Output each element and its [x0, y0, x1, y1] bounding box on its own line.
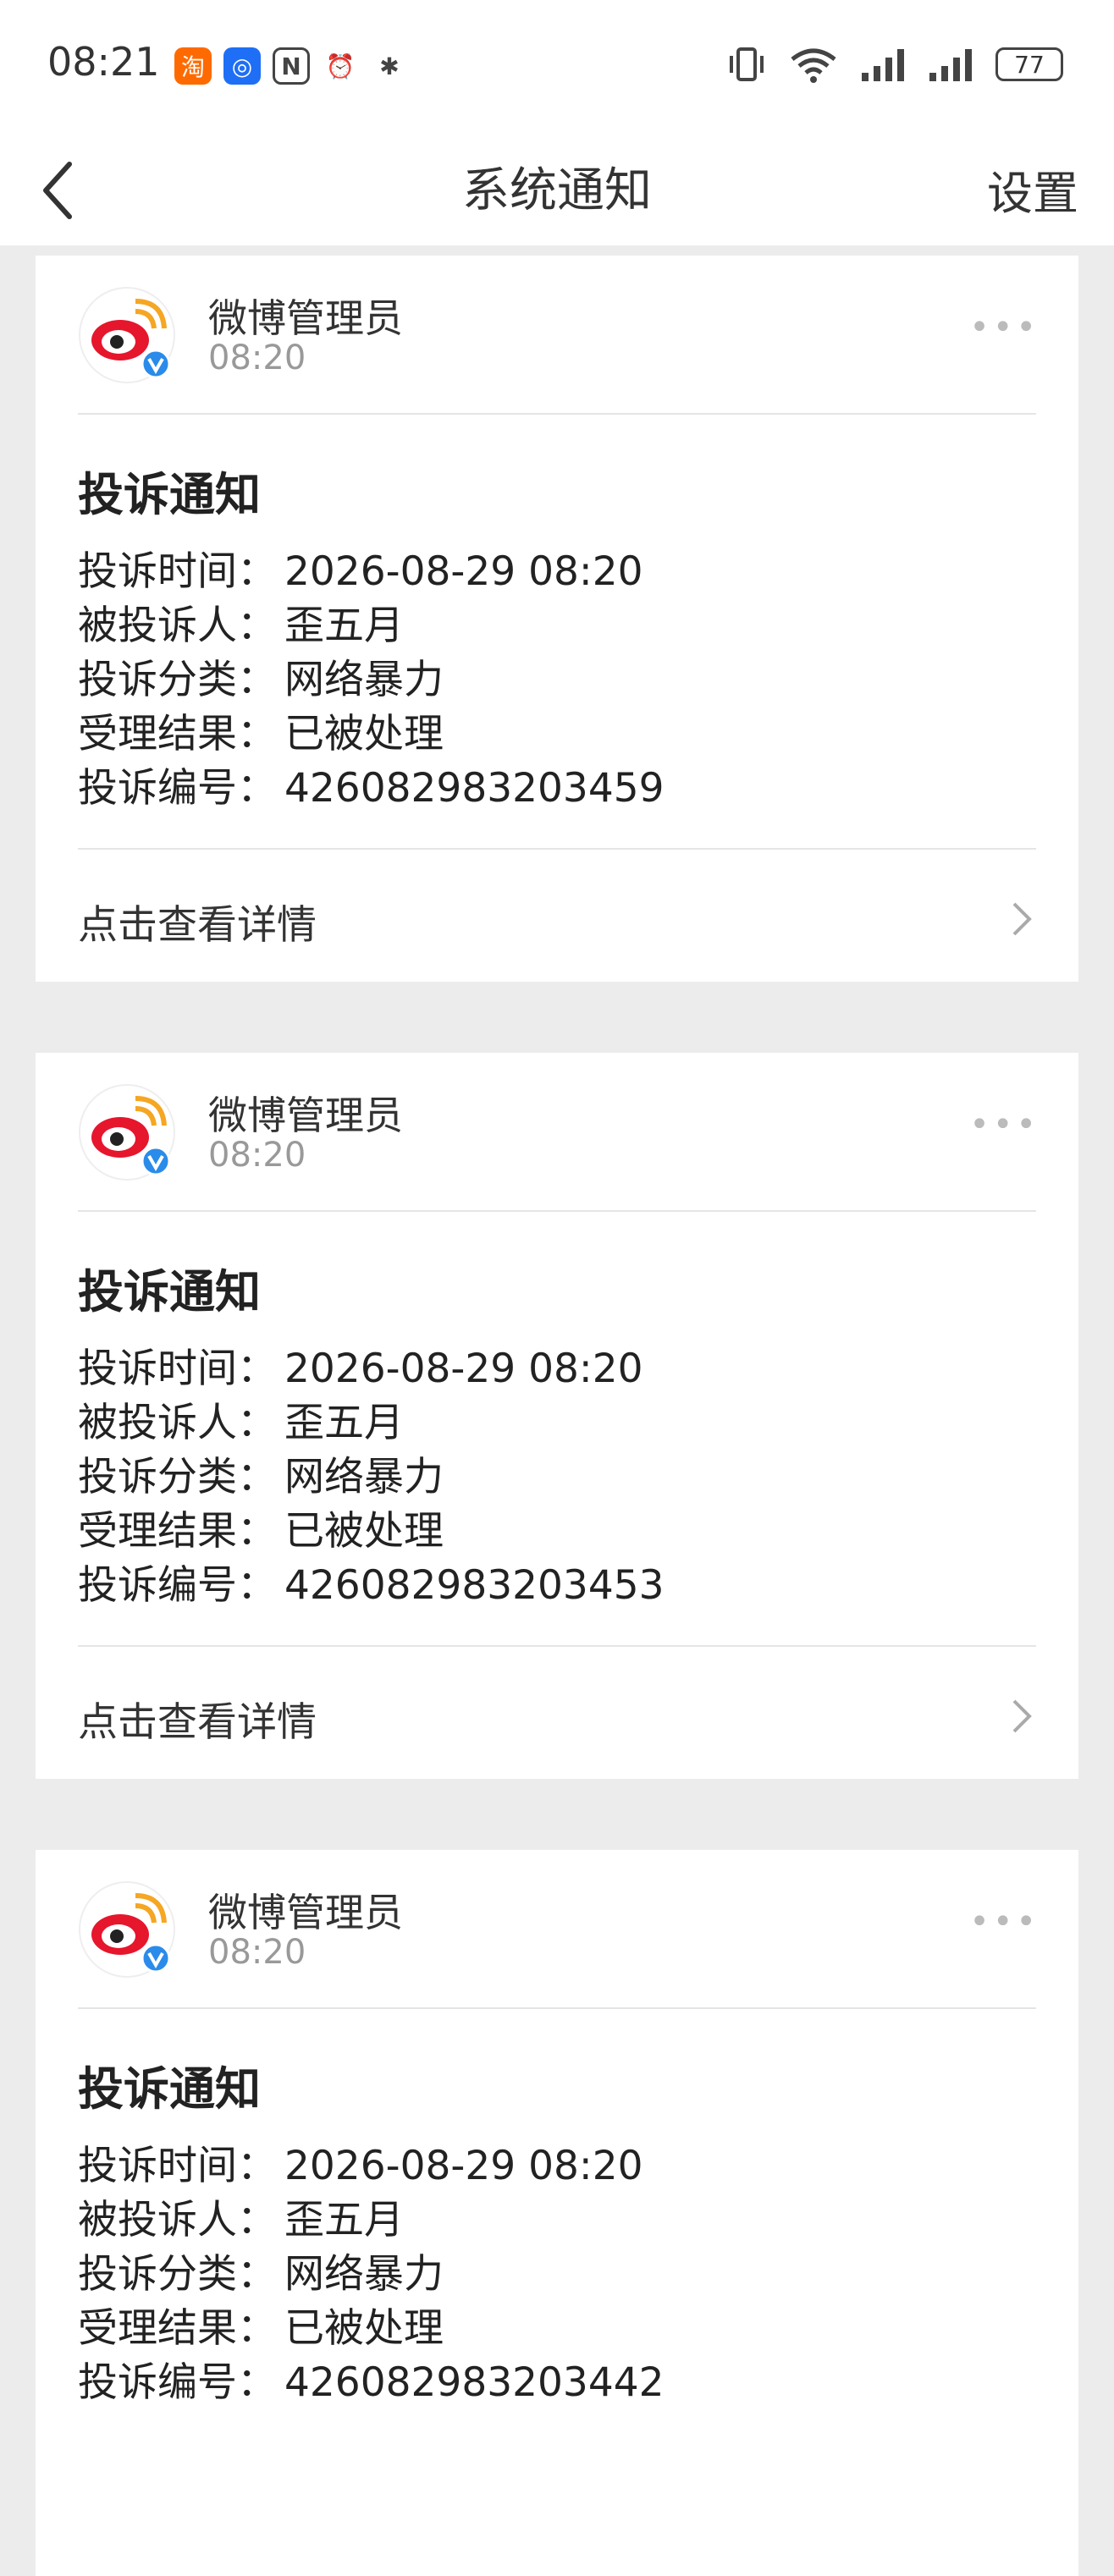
complaint-time-row: 投诉时间： 2026-08-29 08:20 [78, 1346, 643, 1392]
sender-name: 微博管理员 [208, 1890, 403, 1935]
view-details-link[interactable]: 点击查看详情 [78, 892, 317, 950]
notification-time: 08:20 [208, 339, 306, 377]
category-row: 投诉分类： 网络暴力 [78, 1454, 444, 1500]
signal-icon [862, 49, 904, 81]
divider [78, 1645, 1036, 1647]
taobao-icon: 淘 [174, 47, 212, 85]
weibo-avatar-icon[interactable] [78, 286, 176, 384]
battery-indicator: 77 [995, 47, 1063, 81]
lightbulb-icon: ◎ [223, 47, 261, 85]
complaint-id-row: 投诉编号： 426082983203453 [78, 1562, 665, 1609]
complaint-time-row: 投诉时间： 2026-08-29 08:20 [78, 2143, 643, 2189]
view-details-link[interactable]: 点击查看详情 [78, 1689, 317, 1748]
notification-card: 微博管理员 08:20 ••• 投诉通知 投诉时间： 2026-08-29 08:… [36, 1053, 1078, 1779]
divider [78, 848, 1036, 850]
respondent-row: 被投诉人： 歪五月 [78, 2197, 404, 2243]
result-row: 受理结果： 已被处理 [78, 711, 444, 757]
notification-title: 投诉通知 [78, 468, 261, 521]
divider [78, 1210, 1036, 1212]
result-row: 受理结果： 已被处理 [78, 2305, 444, 2352]
signal-icon [929, 49, 972, 81]
vibrate-icon [730, 47, 764, 81]
notification-title: 投诉通知 [78, 1265, 261, 1318]
page-title: 系统通知 [462, 163, 652, 218]
nfc-icon: N [273, 47, 310, 85]
status-app-icons: 淘 ◎ N ⏰ ✱ [174, 47, 408, 85]
weibo-avatar-icon[interactable] [78, 1083, 176, 1181]
sender-name: 微博管理员 [208, 1093, 403, 1138]
alarm-icon: ⏰ [322, 47, 359, 85]
divider [78, 413, 1036, 415]
chevron-right-icon[interactable] [1009, 1691, 1034, 1742]
category-row: 投诉分类： 网络暴力 [78, 2251, 444, 2298]
notification-card: 微博管理员 08:20 ••• 投诉通知 投诉时间： 2026-08-29 08:… [36, 1850, 1078, 2576]
respondent-row: 被投诉人： 歪五月 [78, 1400, 404, 1446]
status-bar: 08:21 淘 ◎ N ⏰ ✱ 77 [0, 0, 1114, 135]
complaint-id-row: 投诉编号： 426082983203442 [78, 2359, 665, 2406]
result-row: 受理结果： 已被处理 [78, 1508, 444, 1555]
notification-time: 08:20 [208, 1933, 306, 1972]
status-time: 08:21 [47, 39, 160, 85]
wifi-icon [791, 48, 836, 83]
complaint-time-row: 投诉时间： 2026-08-29 08:20 [78, 548, 643, 595]
notification-time: 08:20 [208, 1136, 306, 1175]
notification-card: 微博管理员 08:20 ••• 投诉通知 投诉时间： 2026-08-29 08:… [36, 256, 1078, 982]
nav-bar: 系统通知 设置 [0, 135, 1114, 245]
settings-button[interactable]: 设置 [987, 156, 1078, 223]
divider [78, 2007, 1036, 2009]
chevron-right-icon[interactable] [1009, 894, 1034, 944]
notification-title: 投诉通知 [78, 2062, 261, 2116]
more-options-icon[interactable]: ••• [969, 308, 1040, 347]
more-options-icon[interactable]: ••• [969, 1105, 1040, 1144]
category-row: 投诉分类： 网络暴力 [78, 657, 444, 703]
complaint-id-row: 投诉编号： 426082983203459 [78, 765, 665, 812]
weibo-avatar-icon[interactable] [78, 1880, 176, 1979]
status-indicators: 77 [726, 44, 1063, 85]
sender-name: 微博管理员 [208, 295, 403, 341]
more-options-icon[interactable]: ••• [969, 1902, 1040, 1941]
respondent-row: 被投诉人： 歪五月 [78, 603, 404, 649]
bluetooth-icon: ✱ [371, 47, 408, 85]
